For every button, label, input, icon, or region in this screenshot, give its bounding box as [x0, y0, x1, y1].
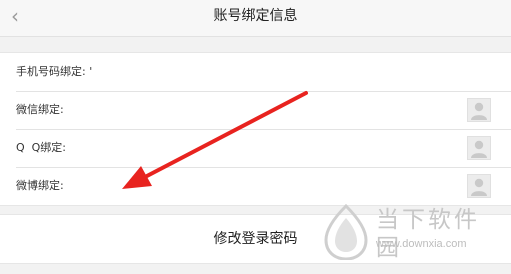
watermark: 当下软件园 www.downxia.com: [322, 204, 502, 262]
page-title: 账号绑定信息: [213, 8, 298, 24]
user-avatar-icon: [467, 98, 491, 122]
binding-label-phone: 手机号码绑定: ': [16, 65, 93, 78]
watermark-logo-icon: [324, 204, 368, 260]
user-avatar-icon: [467, 136, 491, 160]
header-bar: ‹ 账号绑定信息: [0, 0, 511, 37]
binding-list: 手机号码绑定: ' 微信绑定: Q Q绑定: 微博绑定:: [0, 52, 511, 206]
watermark-url: www.downxia.com: [376, 238, 467, 250]
binding-row-wechat[interactable]: 微信绑定:: [0, 91, 511, 129]
binding-label-qq: Q Q绑定:: [16, 141, 67, 154]
watermark-brand: 当下软件园: [376, 207, 480, 261]
binding-label-weibo: 微博绑定:: [16, 179, 64, 192]
binding-row-qq[interactable]: Q Q绑定:: [0, 129, 511, 167]
user-avatar-icon: [467, 174, 491, 198]
binding-label-wechat: 微信绑定:: [16, 103, 64, 116]
binding-row-phone[interactable]: 手机号码绑定: ': [0, 53, 511, 91]
binding-row-weibo[interactable]: 微博绑定:: [0, 167, 511, 205]
